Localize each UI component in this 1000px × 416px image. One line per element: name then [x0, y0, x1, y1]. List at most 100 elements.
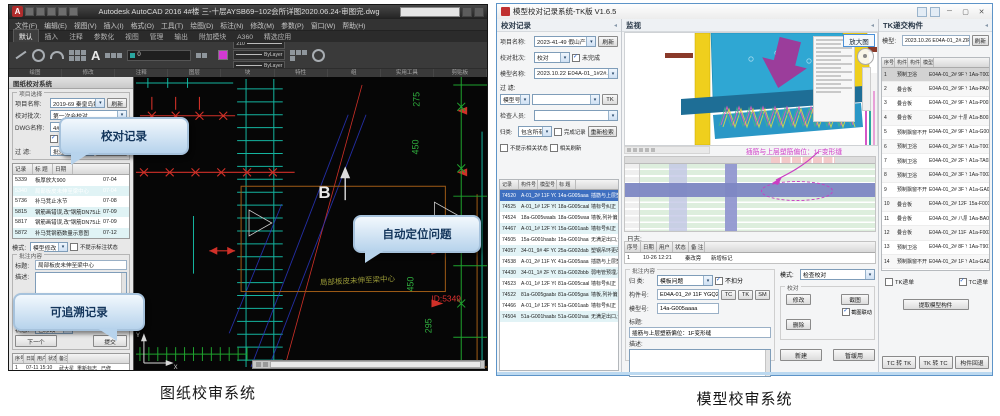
signin-icon[interactable]: [462, 7, 472, 17]
pin-icon[interactable]: ◂: [871, 22, 874, 29]
ribbon-tab[interactable]: 视图: [120, 30, 144, 42]
ribbon-tab[interactable]: 输出: [169, 30, 193, 42]
close-button[interactable]: ✕: [975, 6, 988, 17]
color-swatch-icon[interactable]: [218, 50, 228, 60]
block-tools-icon[interactable]: [196, 53, 213, 58]
measure-tool-icon[interactable]: [312, 49, 325, 62]
properties-mini-panel[interactable]: [813, 36, 855, 122]
submit-row[interactable]: 10叠合板 E04A-01_2# 12F ..15a-F001: [882, 198, 989, 212]
line-tool-icon[interactable]: [16, 51, 27, 60]
submit-row[interactable]: 12叠合板 E04A-01_2# 11F ..A1a-F003: [882, 226, 989, 240]
checker-combo[interactable]: [534, 110, 618, 121]
submit-row[interactable]: 2叠合板 E04A-01_2# 9F Y..1Aa-PA01: [882, 82, 989, 96]
sm-button[interactable]: SM: [755, 290, 770, 300]
unfinished-checkbox[interactable]: [572, 54, 580, 62]
layer-combo[interactable]: 0: [127, 50, 191, 61]
circle-tool-icon[interactable]: [32, 49, 45, 62]
maximize-button[interactable]: ▢: [959, 6, 972, 17]
done-checkbox[interactable]: [50, 135, 58, 143]
help-icon[interactable]: [474, 7, 484, 17]
refresh-button[interactable]: 刷新: [107, 98, 127, 108]
tk-button[interactable]: TK: [738, 290, 753, 300]
qat-redo-icon[interactable]: [69, 7, 78, 16]
opt1-checkbox[interactable]: [500, 144, 508, 152]
model-record-row[interactable]: 7450451a-G001haaba 51a-G001haaba无满足出口,全墙: [500, 311, 618, 322]
noscore-checkbox[interactable]: [715, 277, 723, 285]
m-batch-combo[interactable]: 校对: [534, 52, 570, 63]
model-record-row[interactable]: 7450515a-G001haaba 15a-G001haaba无满足出口,全墙: [500, 234, 618, 245]
submit-row[interactable]: 15叠合板 E04A-01_2# 九层..A1a-B005: [882, 269, 989, 271]
tk-to-tc-button[interactable]: TK 转 TC: [919, 356, 953, 369]
submit-row[interactable]: 3叠合板 E04A-01_2# 9F Y..A1a-P003: [882, 97, 989, 111]
m-class-combo[interactable]: 包含所有: [518, 126, 552, 137]
s-refresh-button[interactable]: 刷新: [972, 35, 989, 46]
utility-tools-icon[interactable]: [290, 50, 307, 61]
nav-wheel-icon[interactable]: [857, 48, 874, 65]
next-button[interactable]: 下一个: [15, 335, 57, 347]
minimize-button[interactable]: ─: [943, 6, 956, 17]
arc-tool-icon[interactable]: [50, 51, 64, 59]
code-type-combo[interactable]: 模型号: [500, 94, 530, 105]
log-row[interactable]: 110-26 12:21 秦改旁新增标记: [625, 253, 875, 263]
m-project-combo[interactable]: 2023-41-49 假山产业片区ZH-02地块: [534, 36, 596, 47]
m-refresh-button[interactable]: 刷新: [598, 36, 618, 47]
model-viewport[interactable]: 放大图: [624, 32, 878, 146]
model-record-row[interactable]: 7443034-01_1# 2F YGC 81a-G002bbbda弱电管预埋,…: [500, 267, 618, 278]
model-record-row[interactable]: 7452281a-G005gaaba 81a-G005gaaba墙板,列补偏置约…: [500, 289, 618, 300]
model-record-row[interactable]: 74525A-01_1# 12F YGC 18a-G005caaba墙标号纠正: [500, 201, 618, 212]
tc-button[interactable]: TC: [721, 290, 736, 300]
menu-item[interactable]: 工具(T): [161, 20, 183, 30]
menu-item[interactable]: 参数(P): [281, 20, 304, 30]
model-record-row[interactable]: 74538A-01_2# 11F YGC 41a-G005aaans插筋与上层塑…: [500, 256, 618, 267]
history-row[interactable]: 107-11 15:10 武大星重新标志 已修: [13, 364, 129, 370]
tk-filter-button[interactable]: TK: [602, 94, 618, 105]
note-title-field[interactable]: 局部板皮未伸至梁中心: [35, 260, 127, 270]
menu-item[interactable]: 绘图(D): [190, 20, 213, 30]
a-mode-combo[interactable]: 检查校对: [800, 269, 875, 280]
pin-icon[interactable]: ◂: [985, 22, 988, 29]
menu-item[interactable]: 标注(N): [220, 20, 243, 30]
model-record-row[interactable]: 74466A-01_1# 12F YGC 51a-G001aaba墙标号纠正: [500, 300, 618, 311]
pin-icon[interactable]: ◂: [614, 22, 617, 29]
hold-button[interactable]: 暂缓用: [833, 349, 875, 361]
menu-item[interactable]: 视图(V): [74, 20, 97, 30]
qat-new-icon[interactable]: [25, 7, 34, 16]
opt2-checkbox[interactable]: [550, 144, 558, 152]
menu-item[interactable]: 帮助(H): [342, 20, 365, 30]
submit-row[interactable]: 4叠合板 E04A-01_2# 十层..A1a-B003: [882, 111, 989, 125]
new-button[interactable]: 新建: [780, 349, 822, 361]
n-title-field[interactable]: 插筋与上层塑筋偏位：1F变形缝: [629, 327, 771, 338]
record-row[interactable]: 5339板厚放大90007-04: [13, 175, 129, 186]
qat-undo-icon[interactable]: [58, 7, 67, 16]
code-value-combo[interactable]: [532, 94, 600, 105]
submit-row[interactable]: 9预制飘窗不开洞 E04A-01_2# 3F Y..A1a-GA03: [882, 183, 989, 197]
project-combo[interactable]: 2019-69 秦皇岛戴河某项目: [50, 98, 105, 108]
menu-item[interactable]: 文件(F): [15, 20, 37, 30]
theme-icon[interactable]: [917, 7, 927, 17]
ribbon-tab[interactable]: 注释: [64, 30, 88, 42]
model-record-row[interactable]: 7452418a-G005waaba 18a-G005waaba墙板,列补偏置约…: [500, 212, 618, 223]
model-record-row[interactable]: 74520A-01_2# 11F YGC 14a-G005aaans插筋与上层塑…: [500, 190, 618, 201]
s-model-field[interactable]: 2023.10.26 E04A-01_2#.ZIP: [902, 35, 970, 46]
model-record-row[interactable]: 74523A-01_1# 12F YGC 81a-G005caaba墙标号纠正: [500, 278, 618, 289]
properties-combos[interactable]: 210 ByLayer ByLayer: [233, 42, 285, 68]
link-checkbox[interactable]: [842, 308, 850, 316]
submit-row[interactable]: 5预制飘窗不开洞 E04A-01_2# 9F Y..A1a-G001: [882, 126, 989, 140]
tc-to-tk-button[interactable]: TC 转 TK: [882, 356, 916, 369]
qat-save-icon[interactable]: [47, 7, 56, 16]
tc-submit-checkbox[interactable]: [959, 278, 967, 286]
command-line[interactable]: [252, 360, 485, 369]
n-part-field[interactable]: E04A-01_2# 11F YGQ20: [657, 289, 719, 300]
ribbon-tab[interactable]: 默认: [13, 29, 39, 42]
rollback-button[interactable]: 构件回退: [955, 356, 989, 369]
record-row[interactable]: 5815钢筋画错误,改"钢筋DN75止水钢"07-09: [13, 207, 129, 218]
mode-checkbox[interactable]: [70, 243, 78, 251]
annotate-tools-icon[interactable]: [105, 53, 122, 58]
record-row[interactable]: 5817钢筋画错误,改"钢筋DN75止水钢"07-09: [13, 217, 129, 228]
menu-item[interactable]: 插入(I): [104, 20, 124, 30]
qat-open-icon[interactable]: [36, 7, 45, 16]
zoom-view-button[interactable]: 放大图: [843, 34, 875, 47]
modify-tools-icon[interactable]: [69, 50, 86, 61]
extract-parts-button[interactable]: 提取模型构件: [903, 299, 969, 310]
submit-row[interactable]: 11叠合板 E04A-01_2# 八层..1Aa-BA02: [882, 212, 989, 226]
